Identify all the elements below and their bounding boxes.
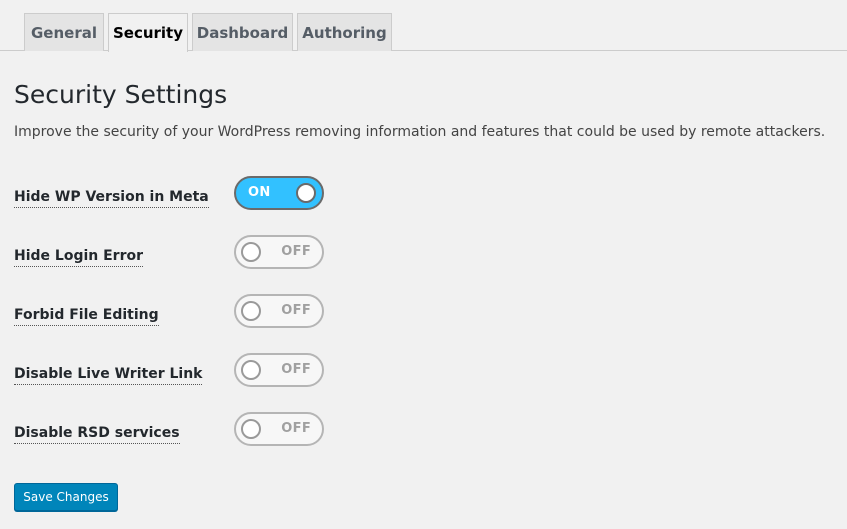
toggle-knob [241, 360, 261, 380]
tab-authoring[interactable]: Authoring [297, 13, 392, 51]
toggle-knob [241, 242, 261, 262]
setting-label-disable-live-writer: Disable Live Writer Link [14, 365, 203, 385]
toggle-hide-login-error[interactable]: OFF [234, 235, 324, 269]
setting-label-hide-wp-version: Hide WP Version in Meta [14, 188, 209, 208]
toggle-knob [296, 183, 316, 203]
toggle-state-text: ON [248, 185, 271, 200]
setting-label-disable-rsd: Disable RSD services [14, 424, 180, 444]
save-changes-button[interactable]: Save Changes [14, 483, 118, 511]
toggle-disable-rsd[interactable]: OFF [234, 412, 324, 446]
toggle-hide-wp-version[interactable]: ON [234, 176, 324, 210]
toggle-knob [241, 301, 261, 321]
toggle-state-text: OFF [281, 362, 311, 377]
toggle-state-text: OFF [281, 421, 311, 436]
setting-label-hide-login-error: Hide Login Error [14, 247, 144, 267]
page-title: Security Settings [14, 80, 228, 109]
tab-dashboard[interactable]: Dashboard [192, 13, 293, 51]
toggle-state-text: OFF [281, 244, 311, 259]
setting-label-forbid-file-editing: Forbid File Editing [14, 306, 159, 326]
settings-tab-bar: General Security Dashboard Authoring [0, 0, 847, 52]
tab-general[interactable]: General [24, 13, 104, 51]
toggle-forbid-file-editing[interactable]: OFF [234, 294, 324, 328]
page-description: Improve the security of your WordPress r… [14, 124, 826, 140]
toggle-knob [241, 419, 261, 439]
toggle-state-text: OFF [281, 303, 311, 318]
tab-security[interactable]: Security [108, 13, 188, 52]
toggle-disable-live-writer[interactable]: OFF [234, 353, 324, 387]
